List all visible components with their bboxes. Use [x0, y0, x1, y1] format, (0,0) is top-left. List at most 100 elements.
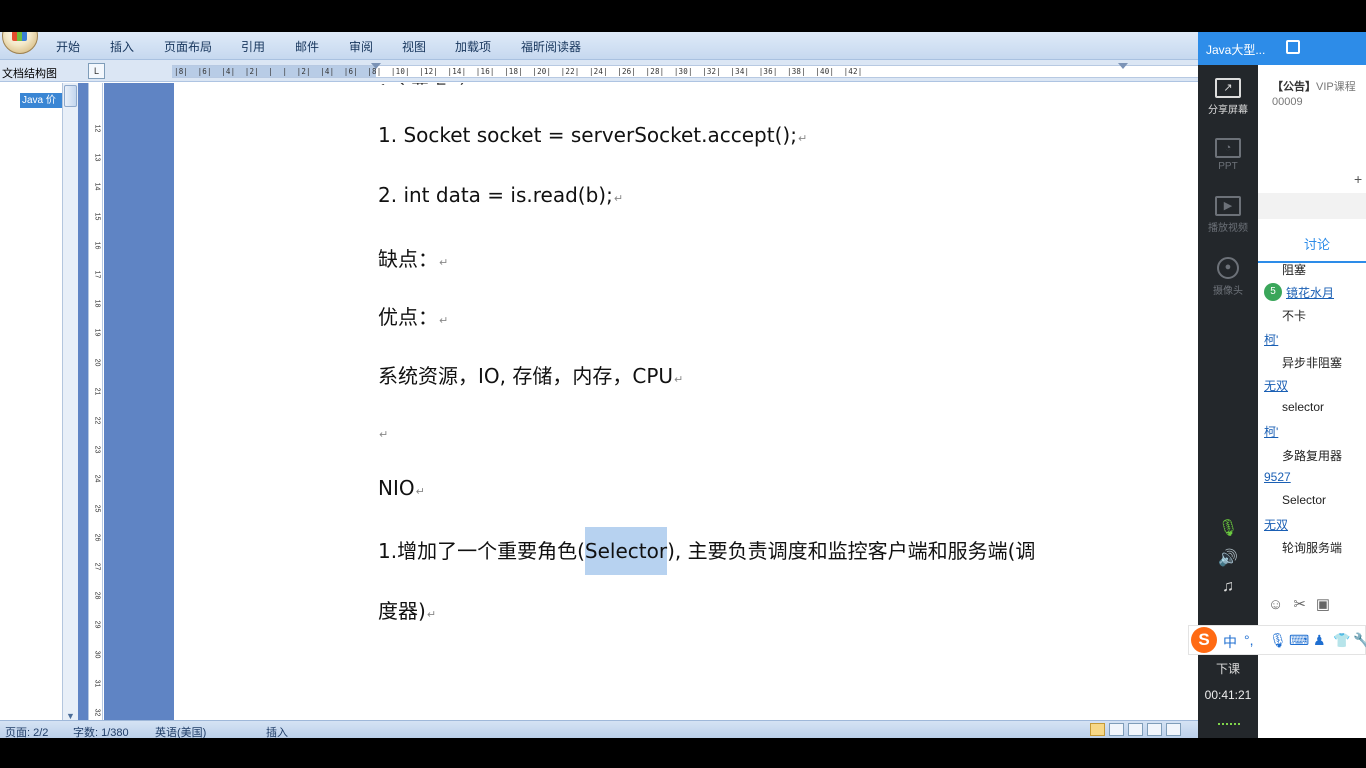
- speaker-button[interactable]: 🔊: [1198, 548, 1258, 568]
- paragraph-9[interactable]: 度器)↵: [378, 595, 436, 624]
- vruler-number: 30: [93, 650, 101, 658]
- vruler-number: 21: [93, 387, 101, 396]
- workspace-background: [78, 83, 88, 723]
- vruler-number: 18: [93, 299, 101, 308]
- settings-icon[interactable]: 🔧: [1353, 632, 1366, 649]
- paragraph-4[interactable]: 优点：↵: [378, 301, 448, 330]
- page-indicator[interactable]: 页面: 2/2: [5, 724, 48, 738]
- word-window: 开始 插入 页面布局 引用 邮件 审阅 视图 加载项 福昕阅读器 文档结构图 L…: [0, 32, 1198, 738]
- chat-message: selector: [1282, 400, 1325, 415]
- paragraph-1[interactable]: 1. Socket socket = serverSocket.accept()…: [378, 123, 807, 147]
- tab-view[interactable]: 视图: [402, 38, 426, 55]
- play-video-icon: ▶: [1215, 196, 1241, 216]
- outline-icon[interactable]: [1147, 723, 1162, 736]
- vruler-number: 31: [93, 679, 101, 688]
- keyboard-icon[interactable]: ⌨: [1289, 632, 1309, 649]
- end-class-button[interactable]: 下课: [1198, 660, 1258, 677]
- vruler-number: 29: [93, 620, 101, 629]
- vruler-number: 19: [93, 328, 101, 337]
- tab-home[interactable]: 开始: [56, 38, 80, 55]
- paragraph-7[interactable]: NIO↵: [378, 476, 425, 500]
- announcement-text: VIP课程: [1316, 81, 1356, 93]
- punctuation-icon[interactable]: °,: [1244, 632, 1254, 648]
- tab-discussion[interactable]: 讨论: [1258, 220, 1366, 263]
- popout-icon[interactable]: [1286, 40, 1300, 54]
- selected-text[interactable]: Selector: [584, 527, 668, 575]
- microphone-button[interactable]: 🎙: [1198, 518, 1258, 538]
- office-button[interactable]: [2, 32, 38, 54]
- vruler-number: 16: [93, 241, 101, 250]
- paragraph-6-empty[interactable]: ↵: [378, 419, 388, 443]
- vertical-ruler[interactable]: 12 13 14 15 16 17 18 19 20 21 22 23 24 25 26 27 28 29 30 31…: [88, 83, 103, 723]
- expand-icon[interactable]: +: [1354, 171, 1362, 187]
- ppt-button[interactable]: ◔ PPT: [1198, 138, 1258, 172]
- chat-username[interactable]: 无双: [1264, 377, 1288, 394]
- word-count[interactable]: 字数: 1/380: [73, 724, 129, 738]
- chat-username[interactable]: 镜花水月: [1286, 284, 1334, 301]
- camera-button[interactable]: ● 摄像头: [1198, 257, 1258, 297]
- sogou-logo-icon[interactable]: S: [1191, 627, 1217, 653]
- paragraph-text: ), 主要负责调度和监控客户端和服务端(调: [667, 539, 1036, 563]
- tab-stop-selector[interactable]: L: [88, 63, 105, 79]
- paragraph-mark: ↵: [379, 428, 389, 441]
- tab-mailings[interactable]: 邮件: [295, 38, 319, 55]
- paragraph-mark: ↵: [426, 608, 437, 621]
- image-icon[interactable]: ▣: [1316, 596, 1330, 613]
- scissors-icon[interactable]: ✂: [1293, 596, 1306, 613]
- share-screen-icon: ↗: [1215, 78, 1241, 98]
- draft-icon[interactable]: [1166, 723, 1181, 736]
- print-layout-icon[interactable]: [1090, 723, 1105, 736]
- tab-addins[interactable]: 加载项: [455, 38, 491, 55]
- chat-username[interactable]: 9527: [1264, 470, 1291, 484]
- vruler-number: 25: [93, 504, 101, 512]
- status-bar: 页面: 2/2 字数: 1/380 英语(美国) 插入: [0, 720, 1198, 738]
- tab-review[interactable]: 审阅: [349, 38, 373, 55]
- paragraph-3[interactable]: 缺点：↵: [378, 243, 448, 272]
- tab-insert[interactable]: 插入: [110, 38, 134, 55]
- document-page[interactable]: 1.主要点（ 1. Socket socket = serverSocket.a…: [174, 83, 1198, 723]
- skin-icon[interactable]: 👕: [1333, 632, 1350, 649]
- indent-marker[interactable]: [371, 63, 381, 69]
- play-video-label: 播放视频: [1208, 223, 1248, 234]
- tab-references[interactable]: 引用: [241, 38, 265, 55]
- ppt-icon: ◔: [1215, 138, 1241, 158]
- chat-message: 不卡: [1282, 309, 1307, 324]
- right-indent-marker[interactable]: [1118, 63, 1128, 69]
- ppt-label: PPT: [1218, 161, 1238, 172]
- language-indicator[interactable]: 英语(美国): [155, 724, 206, 738]
- chat-username[interactable]: 无双: [1264, 516, 1288, 533]
- document-map-pane: Java 价 ▼ ◀ ▭ ▶: [0, 83, 78, 723]
- scroll-thumb[interactable]: [64, 85, 77, 107]
- chat-tools: ☺ ✂ ▣: [1268, 595, 1340, 613]
- user-icon[interactable]: ♟: [1313, 632, 1326, 649]
- camera-icon: ●: [1217, 257, 1239, 279]
- vruler-number: 20: [93, 358, 101, 366]
- web-layout-icon[interactable]: [1128, 723, 1143, 736]
- chat-username[interactable]: 柯': [1264, 423, 1278, 440]
- emoji-icon[interactable]: ☺: [1268, 596, 1283, 613]
- signal-icon: [1218, 723, 1240, 729]
- music-button[interactable]: ♫: [1198, 578, 1258, 596]
- paragraph-2[interactable]: 2. int data = is.read(b);↵: [378, 183, 623, 207]
- chat-message: 阻塞: [1282, 263, 1307, 277]
- voice-input-icon[interactable]: 🎙: [1269, 632, 1287, 649]
- paragraph-8[interactable]: 1.增加了一个重要角色(Selector), 主要负责调度和监控客户端和服务端(…: [378, 527, 1036, 575]
- full-screen-reading-icon[interactable]: [1109, 723, 1124, 736]
- document-map-scrollbar[interactable]: ▼: [62, 83, 78, 723]
- tab-page-layout[interactable]: 页面布局: [164, 38, 212, 55]
- document-map-heading[interactable]: Java 价: [20, 93, 62, 108]
- insert-mode[interactable]: 插入: [266, 724, 288, 738]
- announcement: 【公告】VIP课程: [1272, 78, 1356, 94]
- share-screen-button[interactable]: ↗ 分享屏幕: [1198, 78, 1258, 116]
- paragraph-mark: ↵: [415, 485, 425, 498]
- ime-lang-toggle[interactable]: 中: [1223, 632, 1237, 652]
- chat-username[interactable]: 柯': [1264, 331, 1278, 348]
- play-video-button[interactable]: ▶ 播放视频: [1198, 196, 1258, 234]
- horizontal-ruler[interactable]: |8| |6| |4| |2| | | |2| |4| |6| |8| |10|…: [172, 63, 1198, 78]
- tab-foxit-reader[interactable]: 福昕阅读器: [521, 38, 581, 55]
- vruler-number: 13: [93, 153, 101, 162]
- paragraph-text: 1. Socket socket = serverSocket.accept()…: [378, 123, 797, 147]
- vruler-number: 12: [93, 124, 101, 133]
- paragraph-text: 2. int data = is.read(b);: [378, 183, 613, 207]
- paragraph-5[interactable]: 系统资源，IO, 存储，内存，CPU↵: [378, 360, 683, 389]
